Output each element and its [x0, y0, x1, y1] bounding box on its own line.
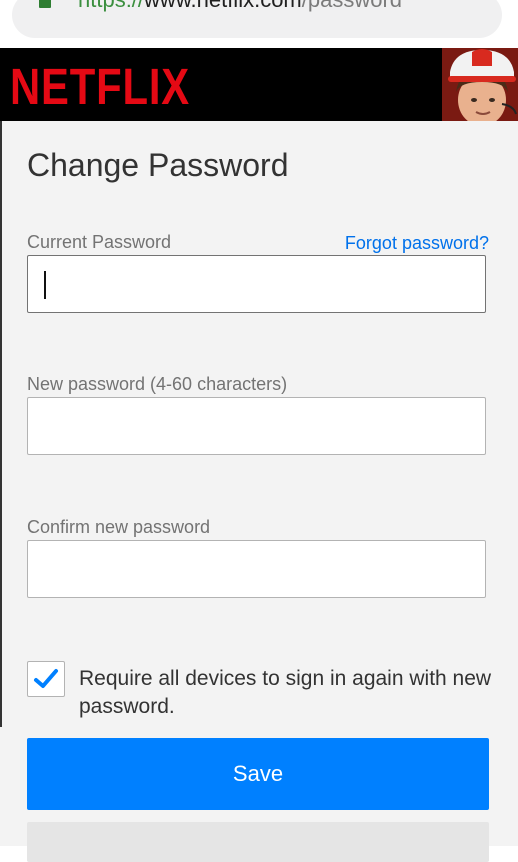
url-scheme: https:// [78, 0, 144, 12]
address-url[interactable]: https://www.netflix.com/password [78, 0, 402, 15]
address-bar[interactable]: https://www.netflix.com/password [12, 0, 502, 38]
new-password-label: New password (4-60 characters) [27, 374, 288, 394]
cancel-button[interactable] [27, 822, 489, 862]
url-path: /password [302, 0, 402, 12]
window-edge [0, 121, 2, 727]
require-signin-checkbox[interactable] [27, 661, 65, 697]
forgot-password-link[interactable]: Forgot password? [345, 232, 489, 254]
new-password-field[interactable] [27, 397, 486, 455]
site-header: NETFLIX [0, 48, 518, 121]
confirm-password-field[interactable] [27, 540, 486, 598]
current-password-field[interactable] [27, 255, 486, 313]
page-title: Change Password [27, 147, 289, 183]
save-button[interactable]: Save [27, 738, 489, 810]
text-cursor [44, 271, 46, 299]
require-signin-label[interactable]: Require all devices to sign in again wit… [79, 665, 499, 721]
url-host: www.netflix.com [144, 0, 302, 12]
change-password-page: Change Password Current Password Forgot … [0, 121, 518, 862]
netflix-logo[interactable]: NETFLIX [10, 59, 190, 115]
current-password-label: Current Password [27, 232, 172, 252]
profile-avatar[interactable] [442, 48, 518, 121]
browser-toolbar: https://www.netflix.com/password [0, 0, 518, 48]
confirm-password-label: Confirm new password [27, 517, 211, 537]
lock-icon [38, 0, 52, 8]
checkmark-icon [34, 669, 58, 688]
